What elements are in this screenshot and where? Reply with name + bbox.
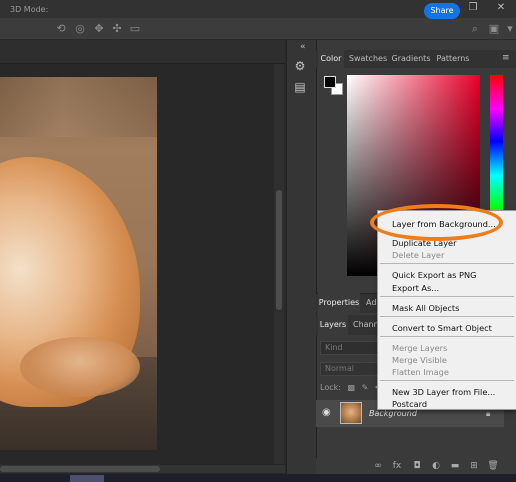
tab-layers[interactable]: Layers <box>318 315 348 335</box>
layer-thumbnail <box>340 402 362 424</box>
menu-item-mask-all-objects[interactable]: Mask All Objects <box>392 303 459 313</box>
layer-lock-icon[interactable]: 🔒︎ <box>486 409 490 419</box>
scale-3d-icon[interactable]: ▭ <box>128 22 142 36</box>
share-button[interactable]: Share <box>424 3 460 19</box>
menu-separator <box>380 380 514 381</box>
highlight-ellipse <box>370 204 503 241</box>
kitten-paw <box>20 337 140 397</box>
layer-filter-kind[interactable]: Kind <box>320 341 380 355</box>
menu-separator <box>380 296 514 297</box>
foreground-color-swatch[interactable] <box>324 76 336 88</box>
comments-icon[interactable]: ▤ <box>292 79 308 95</box>
layer-style-icon[interactable]: fx <box>391 460 403 472</box>
menu-item-convert-smart-object[interactable]: Convert to Smart Object <box>392 323 492 333</box>
lock-row: Lock: ▩ ✎ ✥ <box>320 383 382 392</box>
wood-plank <box>0 77 157 137</box>
tab-swatches[interactable]: Swatches <box>348 50 388 68</box>
menu-separator <box>380 316 514 317</box>
new-layer-icon[interactable]: ⊞ <box>468 460 480 472</box>
menu-separator <box>380 336 514 337</box>
vertical-scroll-thumb[interactable] <box>276 190 282 310</box>
new-group-icon[interactable]: ▬ <box>449 460 461 472</box>
menu-separator <box>380 263 514 264</box>
3d-mode-label: 3D Mode: <box>10 5 49 14</box>
lock-image-icon[interactable]: ✎ <box>362 383 369 392</box>
layer-name: Background <box>369 409 417 418</box>
menu-item-export-as[interactable]: Export As... <box>392 283 439 293</box>
adjustment-layer-icon[interactable]: ◐ <box>430 460 442 472</box>
document-image[interactable] <box>0 77 157 450</box>
menu-item-quick-export-png[interactable]: Quick Export as PNG <box>392 270 476 280</box>
delete-layer-icon[interactable]: 🗑︎ <box>487 460 499 472</box>
menu-item-flatten-image[interactable]: Flatten Image <box>392 367 449 377</box>
close-icon[interactable]: ✕ <box>494 2 508 14</box>
adjust-panel-icon[interactable]: ⚙ <box>292 58 308 74</box>
status-bar-indicator <box>70 475 104 482</box>
lock-label: Lock: <box>320 383 341 392</box>
tab-gradients[interactable]: Gradients <box>391 50 431 68</box>
roll-3d-icon[interactable]: ◎ <box>73 22 87 36</box>
restore-icon[interactable]: ❐ <box>466 2 480 14</box>
add-mask-icon[interactable]: ◘ <box>411 460 423 472</box>
horizontal-scroll-thumb[interactable] <box>0 466 160 472</box>
search-icon[interactable]: ⌕ <box>468 22 482 36</box>
menu-item-postcard[interactable]: Postcard <box>392 399 427 409</box>
document-tab-bar <box>0 40 285 64</box>
panel-tool-strip <box>286 40 316 474</box>
tab-properties[interactable]: Properties <box>318 293 360 313</box>
blend-mode-select[interactable]: Normal <box>320 362 380 376</box>
blend-mode-label: Normal <box>325 364 354 373</box>
panel-menu-icon[interactable]: ≡ <box>502 53 510 63</box>
pan-3d-icon[interactable]: ✥ <box>92 22 106 36</box>
visibility-eye-icon[interactable]: ◉ <box>322 407 334 419</box>
filter-label: Kind <box>325 343 343 352</box>
orbit-3d-icon[interactable]: ⟲ <box>54 22 68 36</box>
menu-item-delete-layer[interactable]: Delete Layer <box>392 250 444 260</box>
tab-patterns[interactable]: Patterns <box>434 50 472 68</box>
lock-transparency-icon[interactable]: ▩ <box>347 383 355 392</box>
tab-channels[interactable]: Chann <box>353 315 379 335</box>
menu-item-merge-visible[interactable]: Merge Visible <box>392 355 447 365</box>
workspace-dropdown-icon[interactable]: ▾ <box>503 22 516 36</box>
link-layers-icon[interactable]: ∞ <box>372 460 384 472</box>
menu-item-merge-layers[interactable]: Merge Layers <box>392 343 447 353</box>
menu-item-new-3d-layer[interactable]: New 3D Layer from File... <box>392 387 495 397</box>
slide-3d-icon[interactable]: ✣ <box>110 22 124 36</box>
tab-color[interactable]: Color <box>318 50 344 68</box>
collapse-panels-icon[interactable]: « <box>300 42 306 52</box>
workspace-icon[interactable]: ▣ <box>487 22 501 36</box>
